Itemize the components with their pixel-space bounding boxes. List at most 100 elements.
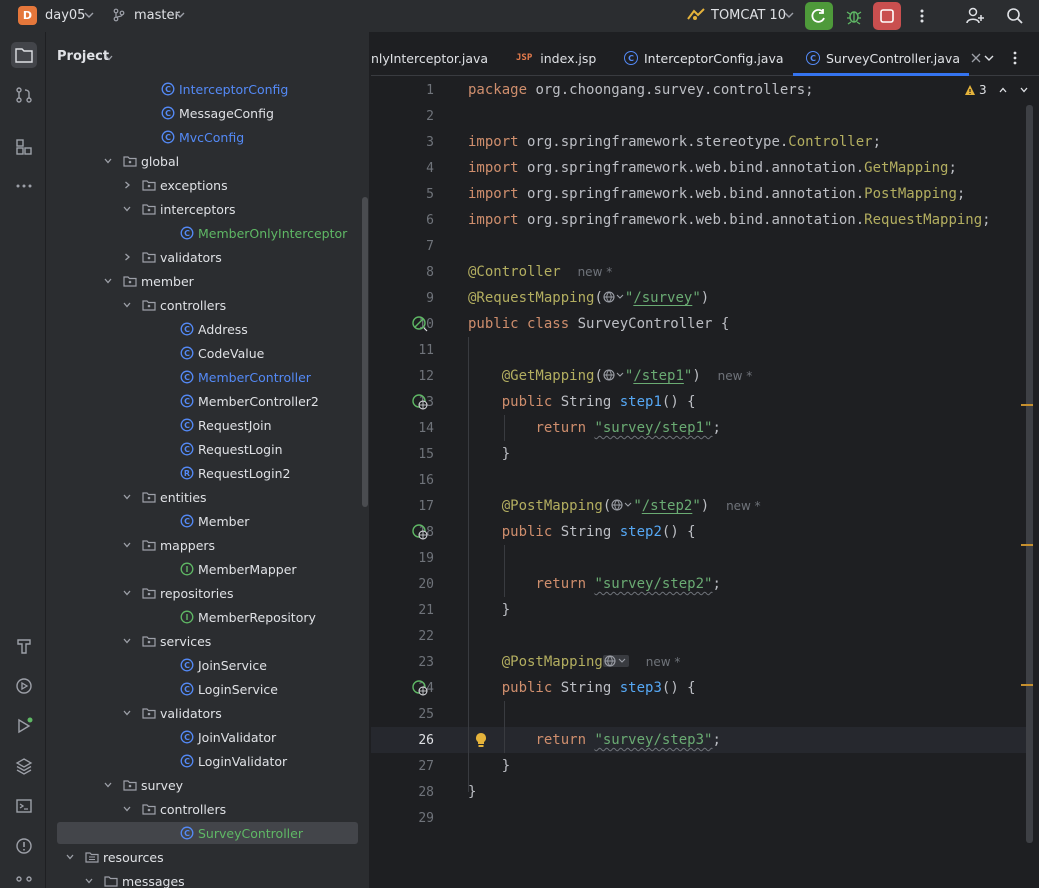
tree-item-repositories[interactable]: repositories (46, 581, 369, 605)
commit-tool-button[interactable] (11, 82, 37, 108)
line-number[interactable]: 26 (371, 733, 434, 748)
chevron-down-icon[interactable] (122, 804, 132, 814)
line-number[interactable]: 4 (371, 161, 434, 176)
chevron-down-icon[interactable] (83, 9, 95, 21)
more-actions-button[interactable] (911, 5, 933, 27)
tree-item-loginservice[interactable]: C LoginService (46, 677, 369, 701)
line-number[interactable]: 8 (371, 265, 434, 280)
tab-interceptor-config[interactable]: C InterceptorConfig.java (624, 40, 784, 75)
project-name[interactable]: day05 (45, 8, 85, 23)
globe-icon[interactable] (603, 291, 625, 303)
chevron-down-icon[interactable] (122, 300, 132, 310)
chevron-up-icon[interactable] (998, 85, 1008, 95)
chevron-down-icon[interactable] (783, 9, 795, 21)
tree-item-requestlogin2[interactable]: R RequestLogin2 (46, 461, 369, 485)
warning-marker[interactable] (1021, 544, 1033, 546)
search-button[interactable] (1004, 5, 1026, 27)
line-number[interactable]: 3 (371, 135, 434, 150)
warning-marker[interactable] (1021, 404, 1033, 406)
tree-item-interceptorconfig[interactable]: C InterceptorConfig (46, 77, 369, 101)
line-number[interactable]: 23 (371, 655, 434, 670)
project-panel-title[interactable]: Project (57, 49, 109, 64)
warnings-indicator[interactable]: 3 (964, 83, 1029, 97)
tree-item-membercontroller2[interactable]: C MemberController2 (46, 389, 369, 413)
chevron-down-icon[interactable] (65, 852, 75, 862)
more-tools-button[interactable] (11, 173, 37, 199)
tree-item-codevalue[interactable]: C CodeValue (46, 341, 369, 365)
tree-item-controllers[interactable]: controllers (46, 797, 369, 821)
tree-item-surveycontroller[interactable]: C SurveyController (46, 821, 369, 845)
endpoint-icon[interactable] (411, 679, 429, 697)
line-number[interactable]: 2 (371, 109, 434, 124)
tree-item-validators[interactable]: validators (46, 701, 369, 725)
chevron-down-icon[interactable] (84, 876, 94, 886)
warning-marker[interactable] (1021, 684, 1033, 686)
stop-button[interactable] (873, 2, 901, 30)
tree-item-validators[interactable]: validators (46, 245, 369, 269)
structure-tool-button[interactable] (11, 134, 37, 160)
tree-item-controllers[interactable]: controllers (46, 293, 369, 317)
chevron-down-icon[interactable] (122, 204, 132, 214)
code-editor[interactable]: 3 12345678910111213141516171819202122232… (371, 77, 1039, 888)
line-number[interactable]: 15 (371, 447, 434, 462)
editor-scrollbar[interactable] (1026, 105, 1033, 843)
line-number[interactable]: 25 (371, 707, 434, 722)
debug-button[interactable] (843, 5, 865, 27)
chevron-down-icon[interactable] (122, 636, 132, 646)
line-number[interactable]: 22 (371, 629, 434, 644)
line-number[interactable]: 16 (371, 473, 434, 488)
chevron-down-icon[interactable] (174, 9, 186, 21)
bean-icon[interactable] (411, 315, 429, 333)
endpoint-icon[interactable] (411, 523, 429, 541)
project-scrollbar[interactable] (362, 197, 368, 507)
project-badge[interactable]: D (18, 6, 37, 25)
tree-item-memberrepository[interactable]: MemberRepository (46, 605, 369, 629)
chevron-down-icon[interactable] (103, 780, 113, 790)
chevron-down-icon[interactable] (122, 708, 132, 718)
tree-item-survey[interactable]: survey (46, 773, 369, 797)
tab-member-only-interceptor[interactable]: nlyInterceptor.java (371, 40, 488, 75)
tree-item-messageconfig[interactable]: C MessageConfig (46, 101, 369, 125)
line-number[interactable]: 6 (371, 213, 434, 228)
terminal-tool-button[interactable] (11, 793, 37, 819)
line-number[interactable]: 19 (371, 551, 434, 566)
chevron-down-icon[interactable] (103, 276, 113, 286)
tree-item-loginvalidator[interactable]: C LoginValidator (46, 749, 369, 773)
tree-item-address[interactable]: C Address (46, 317, 369, 341)
tree-item-global[interactable]: global (46, 149, 369, 173)
tree-item-services[interactable]: services (46, 629, 369, 653)
run-config-name[interactable]: TOMCAT 10 (711, 8, 786, 23)
globe-icon[interactable] (603, 369, 625, 381)
version-control-tool-button[interactable] (11, 870, 37, 888)
tree-item-messages[interactable]: messages (46, 869, 369, 888)
line-number[interactable]: 1 (371, 83, 434, 98)
rerun-button[interactable] (805, 2, 833, 30)
chevron-down-icon[interactable] (1019, 85, 1029, 95)
endpoint-icon[interactable] (411, 393, 429, 411)
line-number[interactable]: 7 (371, 239, 434, 254)
tree-item-resources[interactable]: resources (46, 845, 369, 869)
tab-survey-controller[interactable]: C SurveyController.java (806, 40, 981, 75)
tree-item-member[interactable]: C Member (46, 509, 369, 533)
tree-item-requestjoin[interactable]: C RequestJoin (46, 413, 369, 437)
globe-icon[interactable] (602, 655, 629, 667)
problems-tool-button[interactable] (11, 833, 37, 859)
tree-item-exceptions[interactable]: exceptions (46, 173, 369, 197)
tree-item-joinvalidator[interactable]: C JoinValidator (46, 725, 369, 749)
tree-item-membercontroller[interactable]: C MemberController (46, 365, 369, 389)
chevron-down-icon[interactable] (103, 156, 113, 166)
build-tool-button[interactable] (11, 633, 37, 659)
close-icon[interactable] (971, 53, 981, 63)
tree-item-membermapper[interactable]: MemberMapper (46, 557, 369, 581)
add-user-button[interactable] (964, 5, 986, 27)
line-number[interactable]: 14 (371, 421, 434, 436)
tab-index-jsp[interactable]: JSP index.jsp (516, 40, 596, 75)
chevron-down-icon[interactable] (122, 540, 132, 550)
tree-item-joinservice[interactable]: C JoinService (46, 653, 369, 677)
line-number[interactable]: 11 (371, 343, 434, 358)
layers-tool-button[interactable] (11, 753, 37, 779)
line-number[interactable]: 28 (371, 785, 434, 800)
tree-item-memberonlyinterceptor[interactable]: C MemberOnlyInterceptor (46, 221, 369, 245)
run-tool-button[interactable] (11, 713, 37, 739)
more-vertical-icon[interactable] (1012, 50, 1018, 66)
